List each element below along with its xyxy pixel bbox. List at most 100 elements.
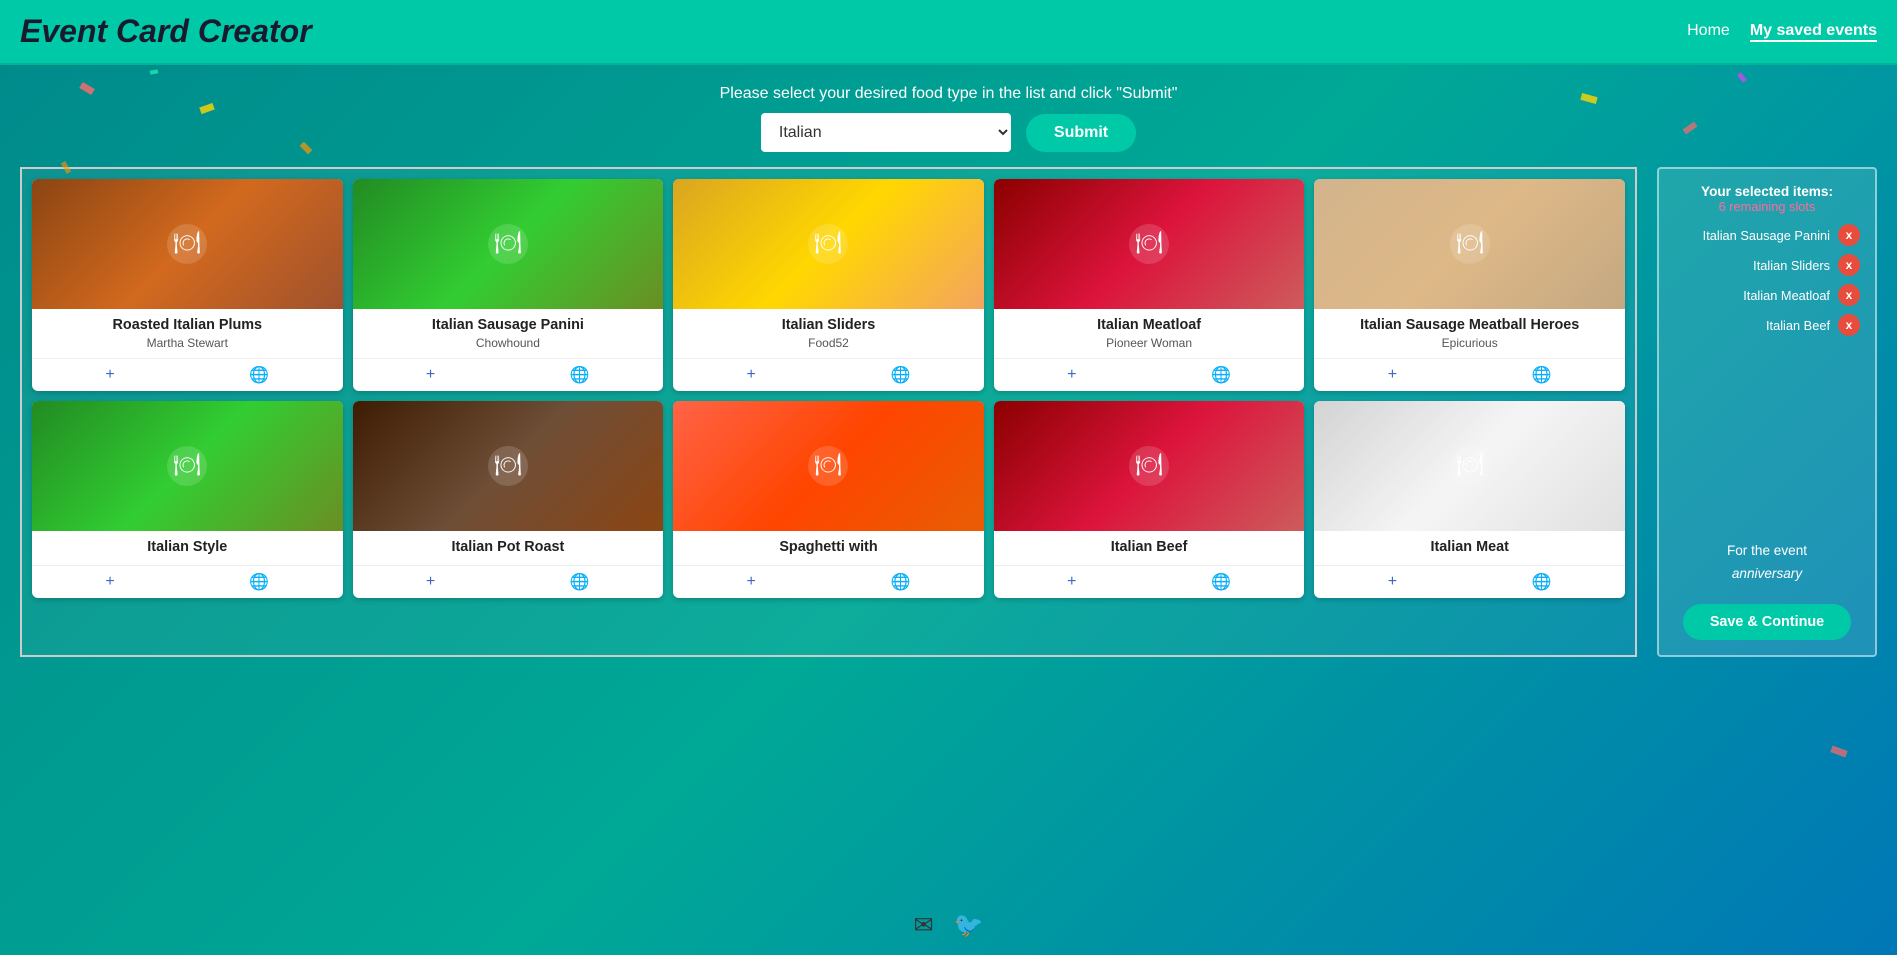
svg-text:🍽: 🍽 (1456, 230, 1484, 255)
confetti-9 (1830, 745, 1847, 757)
card-globe-btn-7[interactable]: 🌐 (570, 572, 590, 592)
nav-home[interactable]: Home (1687, 22, 1730, 42)
app-title: Event Card Creator (20, 13, 312, 50)
card-title-7: Italian Pot Roast (361, 539, 656, 556)
card-image-2: 🍽 (353, 179, 664, 309)
svg-text:🍽: 🍽 (815, 452, 843, 477)
remove-item-btn-0[interactable]: x (1838, 224, 1860, 246)
svg-text:🍽: 🍽 (1135, 452, 1163, 477)
card-add-btn-9[interactable]: + (1067, 572, 1076, 592)
card-title-6: Italian Style (40, 539, 335, 556)
sidebar-title: Your selected items: (1701, 184, 1833, 199)
app-header: Event Card Creator Home My saved events (0, 0, 1897, 65)
card-title-1: Roasted Italian Plums (40, 317, 335, 334)
remove-item-btn-3[interactable]: x (1838, 314, 1860, 336)
card-add-btn-8[interactable]: + (747, 572, 756, 592)
card-title-10: Italian Meat (1322, 539, 1617, 556)
card-source-5: Epicurious (1322, 336, 1617, 350)
save-continue-button[interactable]: Save & Continue (1683, 604, 1850, 640)
sidebar-event-for-label: For the event (1727, 543, 1807, 558)
svg-text:🍽: 🍽 (173, 230, 201, 255)
email-icon: ✉ (914, 911, 934, 940)
footer-icons: ✉ 🐦 (904, 901, 994, 950)
card-title-9: Italian Beef (1002, 539, 1297, 556)
card-add-btn-4[interactable]: + (1067, 365, 1076, 385)
instruction-text: Please select your desired food type in … (720, 85, 1178, 103)
selected-item-label-2: Italian Meatloaf (1674, 288, 1838, 303)
main-content: Please select your desired food type in … (0, 65, 1897, 955)
food-card-2: 🍽 Italian Sausage Panini Chowhound + 🌐 (353, 179, 664, 391)
confetti-6 (1737, 72, 1747, 83)
confetti-7 (150, 69, 159, 74)
card-globe-btn-1[interactable]: 🌐 (249, 365, 269, 385)
card-globe-btn-6[interactable]: 🌐 (249, 572, 269, 592)
card-globe-btn-3[interactable]: 🌐 (891, 365, 911, 385)
svg-text:🍽: 🍽 (494, 230, 522, 255)
main-nav: Home My saved events (1687, 22, 1877, 42)
card-add-btn-7[interactable]: + (426, 572, 435, 592)
svg-text:🍽: 🍽 (1456, 452, 1484, 477)
selected-item-label-1: Italian Sliders (1674, 258, 1838, 273)
remove-item-btn-2[interactable]: x (1838, 284, 1860, 306)
card-image-8: 🍽 (673, 401, 984, 531)
selected-item-1: Italian Slidersx (1674, 254, 1860, 276)
sidebar: Your selected items: 6 remaining slots I… (1657, 167, 1877, 657)
content-row: 🍽 Roasted Italian PlumsMartha Stewart+🌐 … (20, 167, 1877, 657)
card-globe-btn-4[interactable]: 🌐 (1211, 365, 1231, 385)
card-title-3: Italian Sliders (681, 317, 976, 334)
selected-items-list: Italian Sausage PaninixItalian SlidersxI… (1674, 224, 1860, 344)
food-card-9: 🍽 Italian Beef + 🌐 (994, 401, 1305, 597)
svg-text:🍽: 🍽 (815, 230, 843, 255)
selected-item-label-0: Italian Sausage Panini (1674, 228, 1838, 243)
card-add-btn-10[interactable]: + (1388, 572, 1397, 592)
card-image-1: 🍽 (32, 179, 343, 309)
selected-item-label-3: Italian Beef (1674, 318, 1838, 333)
submit-button[interactable]: Submit (1026, 114, 1136, 152)
card-globe-btn-2[interactable]: 🌐 (570, 365, 590, 385)
card-title-5: Italian Sausage Meatball Heroes (1322, 317, 1617, 334)
controls-row: ItalianMexicanChineseAmericanIndianFrenc… (20, 113, 1877, 152)
card-add-btn-1[interactable]: + (105, 365, 114, 385)
sidebar-slots: 6 remaining slots (1719, 199, 1816, 214)
card-image-3: 🍽 (673, 179, 984, 309)
card-add-btn-3[interactable]: + (747, 365, 756, 385)
instruction-area: Please select your desired food type in … (20, 85, 1877, 152)
card-image-5: 🍽 (1314, 179, 1625, 309)
card-globe-btn-9[interactable]: 🌐 (1211, 572, 1231, 592)
remove-item-btn-1[interactable]: x (1838, 254, 1860, 276)
card-image-9: 🍽 (994, 401, 1305, 531)
svg-text:🍽: 🍽 (173, 452, 201, 477)
cards-grid: 🍽 Roasted Italian PlumsMartha Stewart+🌐 … (32, 179, 1625, 598)
food-card-10: 🍽 Italian Meat + 🌐 (1314, 401, 1625, 597)
card-add-btn-6[interactable]: + (105, 572, 114, 592)
food-type-select[interactable]: ItalianMexicanChineseAmericanIndianFrenc… (761, 113, 1011, 152)
card-globe-btn-10[interactable]: 🌐 (1532, 572, 1552, 592)
sidebar-event-name: anniversary (1732, 566, 1802, 581)
food-card-5: 🍽 Italian Sausage Meatball Heroes Epicuri… (1314, 179, 1625, 391)
selected-item-2: Italian Meatloafx (1674, 284, 1860, 306)
food-card-8: 🍽 Spaghetti with + 🌐 (673, 401, 984, 597)
card-title-2: Italian Sausage Panini (361, 317, 656, 334)
food-card-4: 🍽 Italian Meatloaf Pioneer Woman + 🌐 (994, 179, 1305, 391)
food-card-1: 🍽 Roasted Italian Plums Martha Stewart + 🌐 (32, 179, 343, 391)
card-title-4: Italian Meatloaf (1002, 317, 1297, 334)
card-image-7: 🍽 (353, 401, 664, 531)
card-source-2: Chowhound (361, 336, 656, 350)
card-add-btn-2[interactable]: + (426, 365, 435, 385)
selected-item-0: Italian Sausage Paninix (1674, 224, 1860, 246)
food-card-3: 🍽 Italian Sliders Food52 + 🌐 (673, 179, 984, 391)
card-globe-btn-8[interactable]: 🌐 (891, 572, 911, 592)
card-add-btn-5[interactable]: + (1388, 365, 1397, 385)
card-source-3: Food52 (681, 336, 976, 350)
cards-container[interactable]: 🍽 Roasted Italian PlumsMartha Stewart+🌐 … (20, 167, 1637, 657)
card-image-6: 🍽 (32, 401, 343, 531)
card-title-8: Spaghetti with (681, 539, 976, 556)
nav-saved-events[interactable]: My saved events (1750, 22, 1877, 42)
card-globe-btn-5[interactable]: 🌐 (1532, 365, 1552, 385)
card-image-4: 🍽 (994, 179, 1305, 309)
card-source-4: Pioneer Woman (1002, 336, 1297, 350)
selected-item-3: Italian Beefx (1674, 314, 1860, 336)
food-card-6: 🍽 Italian Style + 🌐 (32, 401, 343, 597)
card-source-1: Martha Stewart (40, 336, 335, 350)
svg-text:🍽: 🍽 (1135, 230, 1163, 255)
